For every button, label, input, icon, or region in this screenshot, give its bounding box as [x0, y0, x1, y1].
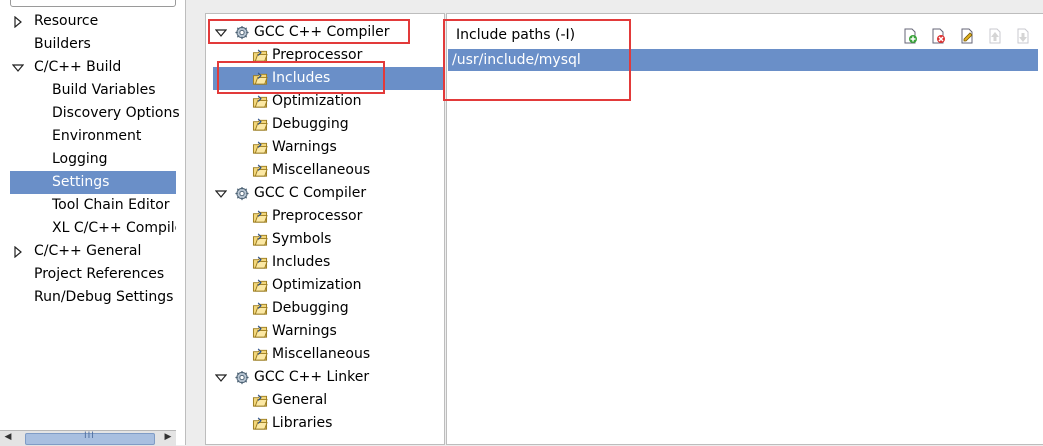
include-paths-list[interactable]: /usr/include/mysql: [448, 49, 1038, 441]
tool-gcc-c-compiler[interactable]: GCC C Compiler: [213, 182, 445, 205]
horizontal-scrollbar[interactable]: ◀ III ▶: [0, 430, 176, 446]
move-up-icon[interactable]: [987, 28, 1003, 44]
nav-item-label: Discovery Options: [52, 105, 180, 121]
delete-icon[interactable]: [930, 28, 946, 44]
move-down-icon[interactable]: [1015, 28, 1031, 44]
scrollbar-thumb[interactable]: III: [25, 431, 155, 445]
nav-item-logging[interactable]: Logging: [10, 148, 176, 171]
nav-item-label: Build Variables: [52, 82, 156, 98]
option-category-icon: [252, 279, 268, 292]
tool-c-debugging[interactable]: Debugging: [213, 297, 445, 320]
tool-label: Optimization: [272, 277, 362, 293]
nav-item-label: C/C++ General: [34, 243, 142, 259]
nav-item-settings[interactable]: Settings: [10, 171, 176, 194]
tool-c-includes[interactable]: Includes: [213, 251, 445, 274]
nav-item-label: Settings: [52, 174, 110, 190]
option-category-icon: [252, 325, 268, 338]
nav-item-resource[interactable]: Resource: [10, 10, 176, 33]
edit-icon[interactable]: [959, 28, 975, 44]
tool-cpp-warnings[interactable]: Warnings: [213, 136, 445, 159]
option-category-icon: [252, 118, 268, 131]
nav-item-builders[interactable]: Builders: [10, 33, 176, 56]
tool-label: Symbols: [272, 231, 332, 247]
nav-item-cpp-general[interactable]: C/C++ General: [10, 240, 176, 263]
tool-linker-libraries[interactable]: Libraries: [213, 412, 445, 435]
tool-label: Warnings: [272, 323, 337, 339]
nav-item-label: Project References: [34, 266, 165, 282]
tool-label: Miscellaneous: [272, 346, 371, 362]
option-category-icon: [252, 95, 268, 108]
filter-input[interactable]: [10, 0, 176, 7]
expand-arrow-icon[interactable]: [12, 16, 24, 28]
option-category-icon: [252, 233, 268, 246]
option-category-icon: [252, 302, 268, 315]
nav-item-project-references[interactable]: Project References: [10, 263, 176, 286]
collapse-arrow-icon[interactable]: [215, 372, 227, 384]
tool-cpp-debugging[interactable]: Debugging: [213, 113, 445, 136]
nav-item-run-debug-settings[interactable]: Run/Debug Settings: [10, 286, 176, 309]
tool-label: Libraries: [272, 415, 333, 431]
property-navigation-tree: Resource Builders C/C++ Build Build Vari…: [0, 0, 186, 446]
tool-linker-general[interactable]: General: [213, 389, 445, 412]
dialog-top-strip: [186, 0, 1043, 13]
tool-label: General: [272, 392, 328, 408]
tool-label: Warnings: [272, 139, 337, 155]
tool-c-preprocessor[interactable]: Preprocessor: [213, 205, 445, 228]
option-category-icon: [252, 417, 268, 430]
tool-c-optimization[interactable]: Optimization: [213, 274, 445, 297]
tool-label: Includes: [272, 254, 331, 270]
option-category-icon: [252, 210, 268, 223]
tool-c-miscellaneous[interactable]: Miscellaneous: [213, 343, 445, 366]
tool-c-warnings[interactable]: Warnings: [213, 320, 445, 343]
tool-label: Miscellaneous: [272, 162, 371, 178]
nav-item-label: Builders: [34, 36, 91, 52]
option-category-icon: [252, 394, 268, 407]
annotation-highlight-includes: [217, 61, 385, 94]
nav-item-label: Environment: [52, 128, 142, 144]
nav-item-tool-chain-editor[interactable]: Tool Chain Editor: [10, 194, 176, 217]
nav-item-build-variables[interactable]: Build Variables: [10, 79, 176, 102]
annotation-highlight-include-paths: [443, 19, 631, 101]
nav-item-cpp-build[interactable]: C/C++ Build: [10, 56, 176, 79]
annotation-highlight-gcc-cpp-compiler: [208, 19, 410, 44]
tool-c-symbols[interactable]: Symbols: [213, 228, 445, 251]
add-icon[interactable]: [902, 28, 918, 44]
nav-item-label: Logging: [52, 151, 108, 167]
scroll-left-arrow-icon[interactable]: ◀: [2, 431, 14, 444]
collapse-arrow-icon[interactable]: [12, 62, 24, 74]
tool-label: GCC C++ Linker: [254, 369, 370, 385]
nav-item-environment[interactable]: Environment: [10, 125, 176, 148]
nav-item-label: Resource: [34, 13, 99, 29]
nav-item-label: Run/Debug Settings: [34, 289, 174, 305]
scroll-right-arrow-icon[interactable]: ▶: [162, 431, 174, 444]
tool-gcc-cpp-linker[interactable]: GCC C++ Linker: [213, 366, 445, 389]
tool-label: Debugging: [272, 300, 349, 316]
gear-tool-icon: [234, 370, 250, 385]
option-category-icon: [252, 256, 268, 269]
nav-item-xl-compiler[interactable]: XL C/C++ Compiler: [10, 217, 176, 240]
tool-label: Debugging: [272, 116, 349, 132]
option-category-icon: [252, 141, 268, 154]
nav-item-label: XL C/C++ Compiler: [52, 220, 176, 236]
nav-item-discovery-options[interactable]: Discovery Options: [10, 102, 180, 125]
nav-item-label: C/C++ Build: [34, 59, 122, 75]
tool-cpp-miscellaneous[interactable]: Miscellaneous: [213, 159, 445, 182]
collapse-arrow-icon[interactable]: [215, 188, 227, 200]
nav-item-label: Tool Chain Editor: [52, 197, 170, 213]
tool-label: GCC C Compiler: [254, 185, 367, 201]
tool-label: Preprocessor: [272, 208, 363, 224]
scrollbar-grip: III: [84, 431, 95, 441]
option-category-icon: [252, 164, 268, 177]
expand-arrow-icon[interactable]: [12, 246, 24, 258]
gear-tool-icon: [234, 186, 250, 201]
option-category-icon: [252, 348, 268, 361]
